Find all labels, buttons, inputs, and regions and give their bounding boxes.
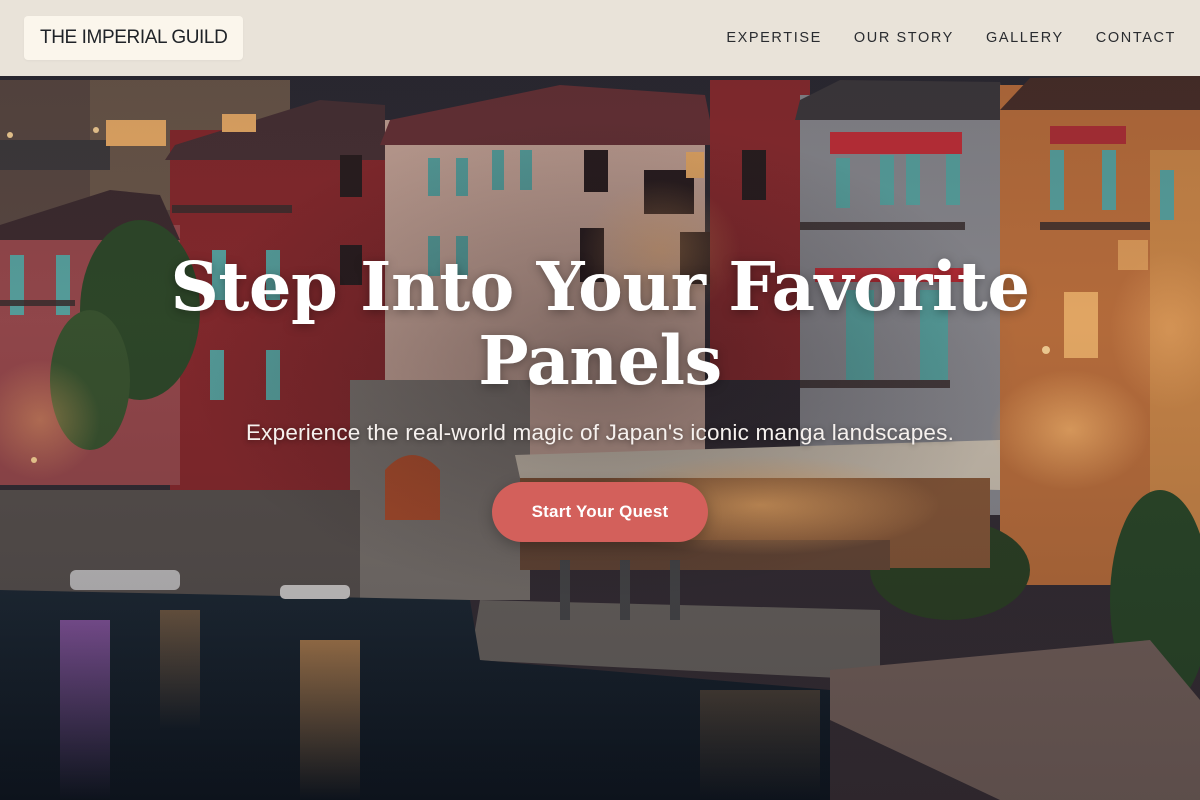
main-nav: EXPERTISE OUR STORY GALLERY CONTACT (710, 0, 1176, 76)
hero-subtitle: Experience the real-world magic of Japan… (245, 420, 955, 445)
start-quest-button[interactable]: Start Your Quest (491, 482, 709, 542)
site-header: THE IMPERIAL GUILD EXPERTISE OUR STORY G… (0, 0, 1200, 76)
nav-link-expertise[interactable]: EXPERTISE (710, 30, 838, 46)
nav-link-contact[interactable]: CONTACT (1080, 30, 1176, 46)
landing-page: THE IMPERIAL GUILD EXPERTISE OUR STORY G… (0, 0, 1200, 800)
hero-title: Step Into Your Favorite Panels (170, 247, 1030, 400)
hero-section: Step Into Your Favorite Panels Experienc… (0, 250, 1200, 542)
nav-link-our-story[interactable]: OUR STORY (838, 30, 970, 46)
site-logo[interactable]: THE IMPERIAL GUILD (24, 16, 244, 60)
nav-link-gallery[interactable]: GALLERY (970, 30, 1080, 46)
